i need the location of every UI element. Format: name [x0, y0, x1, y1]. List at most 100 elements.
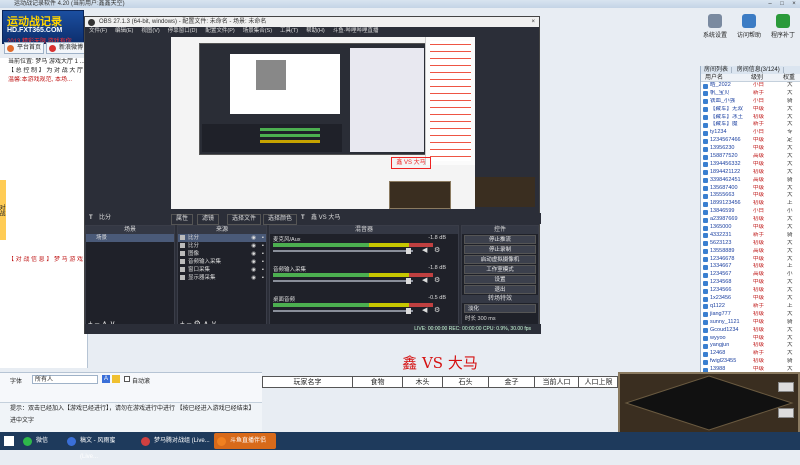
user-row[interactable]: wyyoo 中级 大	[701, 335, 800, 343]
obs-menu-item[interactable]: 配置文件(P)	[201, 28, 238, 34]
slider-knob[interactable]	[406, 308, 411, 314]
user-row[interactable]: 13846599 小白 小	[701, 208, 800, 216]
visibility-eye-icon[interactable]: ◉	[251, 250, 256, 258]
user-row[interactable]: 13558889 高级 大	[701, 248, 800, 256]
user-row[interactable]: 1234567466 中级 定	[701, 137, 800, 145]
visibility-eye-icon[interactable]: ◉	[251, 266, 256, 274]
speaker-icon[interactable]: ◀	[422, 246, 427, 254]
user-row[interactable]: 1234568 中级 大	[701, 279, 800, 287]
control-button[interactable]: 停止推流	[464, 235, 536, 244]
minimap-zoom-button[interactable]	[778, 408, 794, 418]
select-file-button[interactable]: 选择文件	[227, 214, 262, 225]
col-level[interactable]: 级别	[751, 74, 763, 82]
user-row[interactable]: 1899123456 初级 上	[701, 200, 800, 208]
lock-icon[interactable]: ▪	[262, 234, 264, 242]
control-button[interactable]: 退出	[464, 285, 536, 294]
user-row[interactable]: 皓_2022 小白 大	[701, 82, 800, 90]
obs-menu-item[interactable]: 停靠窗口(D)	[164, 28, 202, 34]
tool-button[interactable]: 程序补丁	[770, 14, 796, 42]
control-button[interactable]: 设置	[464, 275, 536, 284]
user-row[interactable]: 【藏军】魔 新手 大	[701, 121, 800, 129]
user-row[interactable]: 3398462451 高级 骑	[701, 177, 800, 185]
obs-menu-item[interactable]: 斗鱼·哔哩哔哩直播	[329, 28, 383, 34]
user-row[interactable]: a23987669 初级 大	[701, 216, 800, 224]
duration-field[interactable]: 300 ms	[478, 316, 496, 322]
user-row[interactable]: 4332231 新手 骑	[701, 232, 800, 240]
user-row[interactable]: 帆_宝贝 新手 大	[701, 90, 800, 98]
source-item[interactable]: 显示器采集 ◉ ▪	[178, 274, 266, 282]
visibility-eye-icon[interactable]: ◉	[251, 234, 256, 242]
taskbar-item[interactable]: 微信	[20, 433, 60, 449]
user-row[interactable]: 1234566 初级 大	[701, 287, 800, 295]
user-row[interactable]: 12346678 中级 大	[701, 256, 800, 264]
emoji-icon[interactable]	[112, 375, 120, 383]
user-row[interactable]: q1122 新手 上	[701, 303, 800, 311]
taskbar-item[interactable]: 斗鱼直播伴侣	[214, 433, 276, 449]
properties-button[interactable]: 属性	[171, 214, 194, 225]
control-button[interactable]: 启动虚拟摄像机	[464, 255, 536, 264]
recipient-select[interactable]: 所有人	[32, 375, 98, 384]
autoscroll-checkbox[interactable]	[124, 376, 130, 382]
obs-menu-item[interactable]: 编辑(E)	[111, 28, 137, 34]
track-volume-slider[interactable]	[273, 250, 413, 252]
lock-icon[interactable]: ▪	[262, 258, 264, 266]
side-tab[interactable]: 对战	[0, 180, 6, 240]
obs-menu-item[interactable]: 工具(T)	[276, 28, 302, 34]
source-item[interactable]: 音频输入采集 ◉ ▪	[178, 258, 266, 266]
home-button[interactable]: 平台首页	[4, 42, 44, 54]
user-row[interactable]: 13956230 中级 大	[701, 145, 800, 153]
track-volume-slider[interactable]	[273, 310, 413, 312]
taskbar-item[interactable]: 稿文 - 风雨蜜 (Live...	[64, 433, 134, 460]
taskbar-item[interactable]: 梦马腾对战组 (Live...	[138, 433, 210, 449]
user-row[interactable]: 1365000 中级 大	[701, 224, 800, 232]
user-row[interactable]: 158877520 高级 大	[701, 153, 800, 161]
user-row[interactable]: 1234567 高级 小	[701, 271, 800, 279]
col-weight[interactable]: 权重	[783, 74, 795, 82]
control-button[interactable]: 停止录制	[464, 245, 536, 254]
speaker-icon[interactable]: ◀	[422, 276, 427, 284]
visibility-eye-icon[interactable]: ◉	[251, 258, 256, 266]
user-row[interactable]: 铁血_小强 小白 骑	[701, 98, 800, 106]
obs-menu-item[interactable]: 文件(F)	[85, 28, 111, 34]
user-row[interactable]: Gcoud1234 初级 大	[701, 327, 800, 335]
scene-item[interactable]: 场景	[86, 234, 174, 242]
user-row[interactable]: 【藏军】冰王 初级 大	[701, 114, 800, 122]
source-item[interactable]: 窗口采集 ◉ ▪	[178, 266, 266, 274]
close-button[interactable]: ×	[788, 0, 800, 8]
start-icon[interactable]	[4, 436, 14, 446]
source-item[interactable]: 比分 ◉ ▪	[178, 234, 266, 242]
visibility-eye-icon[interactable]: ◉	[251, 242, 256, 250]
user-row[interactable]: yangjun 初级 大	[701, 342, 800, 350]
lock-icon[interactable]: ▪	[262, 250, 264, 258]
col-name[interactable]: 用户名	[705, 74, 723, 82]
source-item[interactable]: 图像 ◉ ▪	[178, 250, 266, 258]
source-item[interactable]: 比分 ◉ ▪	[178, 242, 266, 250]
minimap-toggle-button[interactable]	[778, 382, 794, 392]
track-volume-slider[interactable]	[273, 280, 413, 282]
user-row[interactable]: 13555663 中级 大	[701, 192, 800, 200]
select-color-button[interactable]: 选择颜色	[263, 214, 298, 225]
speaker-icon[interactable]: ◀	[422, 306, 427, 314]
obs-close-icon[interactable]: ×	[531, 17, 535, 27]
transition-select[interactable]: 淡化	[464, 304, 536, 313]
tab-room-list[interactable]: 房间列表	[701, 67, 733, 73]
user-row[interactable]: 12468 新手 大	[701, 350, 800, 358]
user-row[interactable]: 5623123 初级 大	[701, 240, 800, 248]
weibo-button[interactable]: 新浪微博	[46, 42, 86, 54]
user-row[interactable]: ty1234 小白 专	[701, 129, 800, 137]
slider-knob[interactable]	[406, 248, 411, 254]
tab-room-info[interactable]: 房间信息(3/124)	[733, 67, 784, 73]
user-row[interactable]: jiang777 初级 大	[701, 311, 800, 319]
obs-menu-item[interactable]: 帮助(H)	[302, 28, 329, 34]
lock-icon[interactable]: ▪	[262, 274, 264, 282]
gear-icon[interactable]: ⚙	[434, 246, 440, 254]
gear-icon[interactable]: ⚙	[434, 306, 440, 314]
user-row[interactable]: 1394456332 中级 大	[701, 161, 800, 169]
gear-icon[interactable]: ⚙	[434, 276, 440, 284]
user-row[interactable]: 【藏军】无双 中级 大	[701, 106, 800, 114]
control-button[interactable]: 工作室模式	[464, 265, 536, 274]
user-row[interactable]: 1894421122 初级 大	[701, 169, 800, 177]
user-row[interactable]: fwigl23455 初级 骑	[701, 358, 800, 366]
user-row[interactable]: 1334667 初级 上	[701, 263, 800, 271]
tool-button[interactable]: 系统设置	[702, 14, 728, 42]
